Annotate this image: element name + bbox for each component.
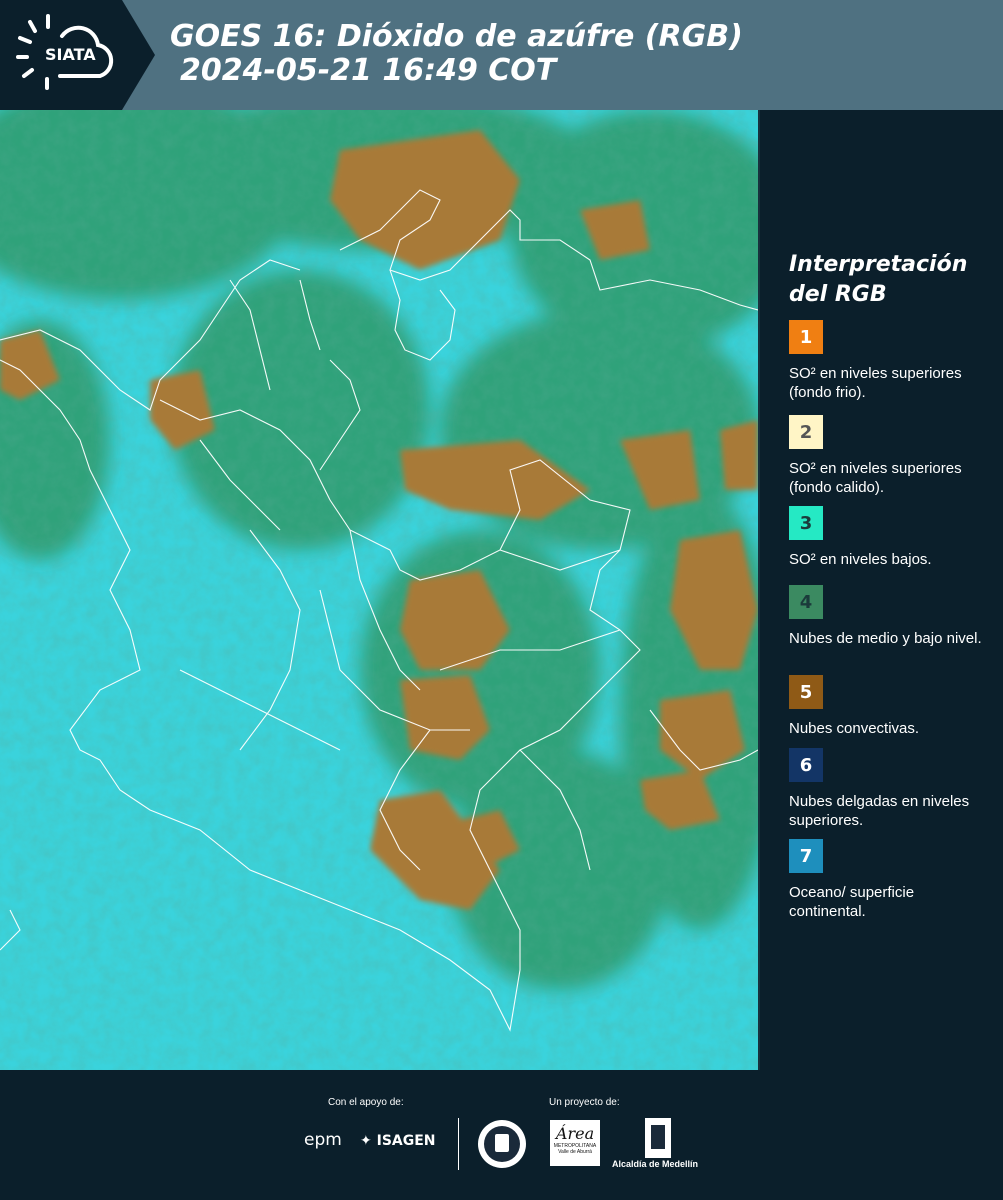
legend-label: Oceano/ superficie continental. [789,884,915,920]
area-metropolitana-logo[interactable]: Área METROPOLITANA Valle de Aburrá [550,1120,600,1166]
legend-label: Nubes convectivas. [789,720,920,737]
legend-item: 6 Nubes delgadas en niveles superiores. [789,748,989,830]
legend-item: 7 Oceano/ superficie continental. [789,839,989,921]
legend-swatch: 6 [789,748,823,782]
legend-label: Nubes delgadas en niveles superiores. [789,793,970,829]
footer-separator [458,1118,459,1170]
legend-label: SO² en niveles superiores (fondo calido)… [789,460,962,496]
area-logo-subtitle2: Valle de Aburrá [558,1149,592,1155]
support-caption: Con el apoyo de: [328,1097,404,1108]
page-title: GOES 16: Dióxido de azúfre (RGB) [170,19,743,54]
epm-logo[interactable]: epm [304,1130,342,1150]
legend-title-line2: del RGB [789,282,887,307]
footer: Con el apoyo de: Un proyecto de: epm ✦ I… [0,1070,1003,1200]
legend-item: 1 SO² en niveles superiores (fondo frio). [789,320,989,402]
epm-logo-text: epm [304,1130,342,1150]
legend-panel: Interpretación del RGB 1 SO² en niveles s… [762,110,1003,1070]
legend-title: Interpretación del RGB [789,250,999,310]
project-caption: Un proyecto de: [549,1097,620,1108]
rgb-composite-image [0,110,758,1070]
legend-item: 2 SO² en niveles superiores (fondo calido… [789,415,989,497]
legend-label: SO² en niveles superiores (fondo frio). [789,365,962,401]
siata-logo[interactable]: SIATA [0,0,155,110]
legend-label: SO² en niveles bajos. [789,551,932,568]
legend-swatch: 1 [789,320,823,354]
legend-item: 3 SO² en niveles bajos. [789,506,989,569]
siata-logo-text: SIATA [45,45,96,64]
legend-swatch: 4 [789,585,823,619]
legend-label: Nubes de medio y bajo nivel. [789,630,982,647]
legend-title-line1: Interpretación [789,252,968,277]
alcaldia-logo[interactable]: Alcaldía de Medellín [612,1159,698,1169]
alcaldia-shield-icon [645,1118,671,1158]
page-timestamp: 2024-05-21 16:49 COT [180,53,557,88]
legend-swatch: 7 [789,839,823,873]
legend-item: 5 Nubes convectivas. [789,675,989,738]
legend-swatch: 5 [789,675,823,709]
isagen-star-icon: ✦ [360,1133,372,1149]
isagen-logo[interactable]: ✦ ISAGEN [360,1133,436,1149]
legend-item: 4 Nubes de medio y bajo nivel. [789,585,989,648]
satellite-map[interactable] [0,110,760,1070]
header: SIATA GOES 16: Dióxido de azúfre (RGB) 2… [0,0,1003,110]
area-logo-text: Área [555,1124,595,1143]
medellin-seal-icon[interactable] [478,1120,526,1168]
isagen-logo-text: ISAGEN [376,1133,436,1149]
legend-swatch: 3 [789,506,823,540]
legend-swatch: 2 [789,415,823,449]
